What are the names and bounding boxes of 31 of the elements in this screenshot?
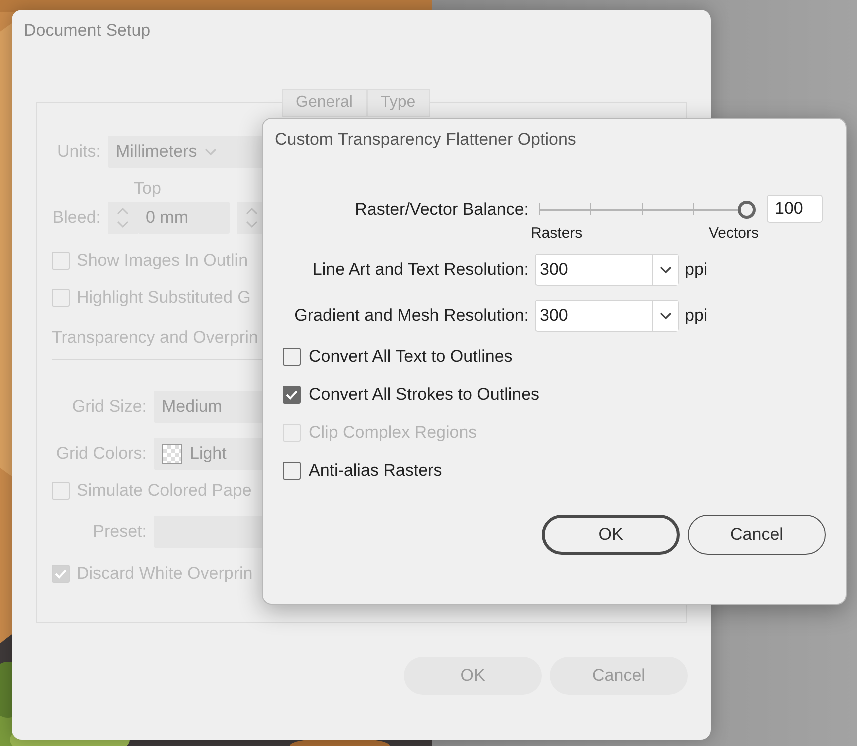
unit-label: ppi [685,306,708,326]
tab[interactable]: Type [366,89,430,117]
chevron-down-icon [660,266,672,274]
check-icon [55,568,67,578]
spinner-arrows-icon[interactable] [108,202,138,234]
input-field[interactable]: 0 mm [138,202,230,234]
check-icon [286,390,298,400]
dropdown-button[interactable] [652,255,678,285]
ok-button[interactable]: OK [542,515,680,555]
window-title: Custom Transparency Flattener Options [274,129,578,151]
checkbox[interactable] [283,386,301,404]
unit-label: ppi [685,260,708,280]
field-label: Gradient and Mesh Resolution: [294,306,529,326]
chevron-down-icon [660,312,672,320]
slider-thumb[interactable] [738,201,756,219]
cancel-button[interactable]: Cancel [688,515,826,555]
window-title: Document Setup [23,20,152,42]
field-label: Line Art and Text Resolution: [312,260,529,280]
checkbox[interactable] [283,462,301,480]
checkbox-option[interactable]: Convert All Text to Outlines [283,338,846,376]
checkbox[interactable] [283,348,301,366]
slider-min-label: Rasters [531,225,583,242]
field-label: Raster/Vector Balance: [354,200,529,220]
dropdown[interactable]: 300 [535,254,679,286]
input-field[interactable]: 100 [767,195,823,223]
dropdown[interactable]: 300 [535,300,679,332]
dropdown-button[interactable] [652,301,678,331]
chevron-down-icon [205,148,218,156]
slider-max-label: Vectors [708,225,759,242]
checkerboard-icon [162,444,182,464]
tab[interactable]: General [282,89,367,117]
